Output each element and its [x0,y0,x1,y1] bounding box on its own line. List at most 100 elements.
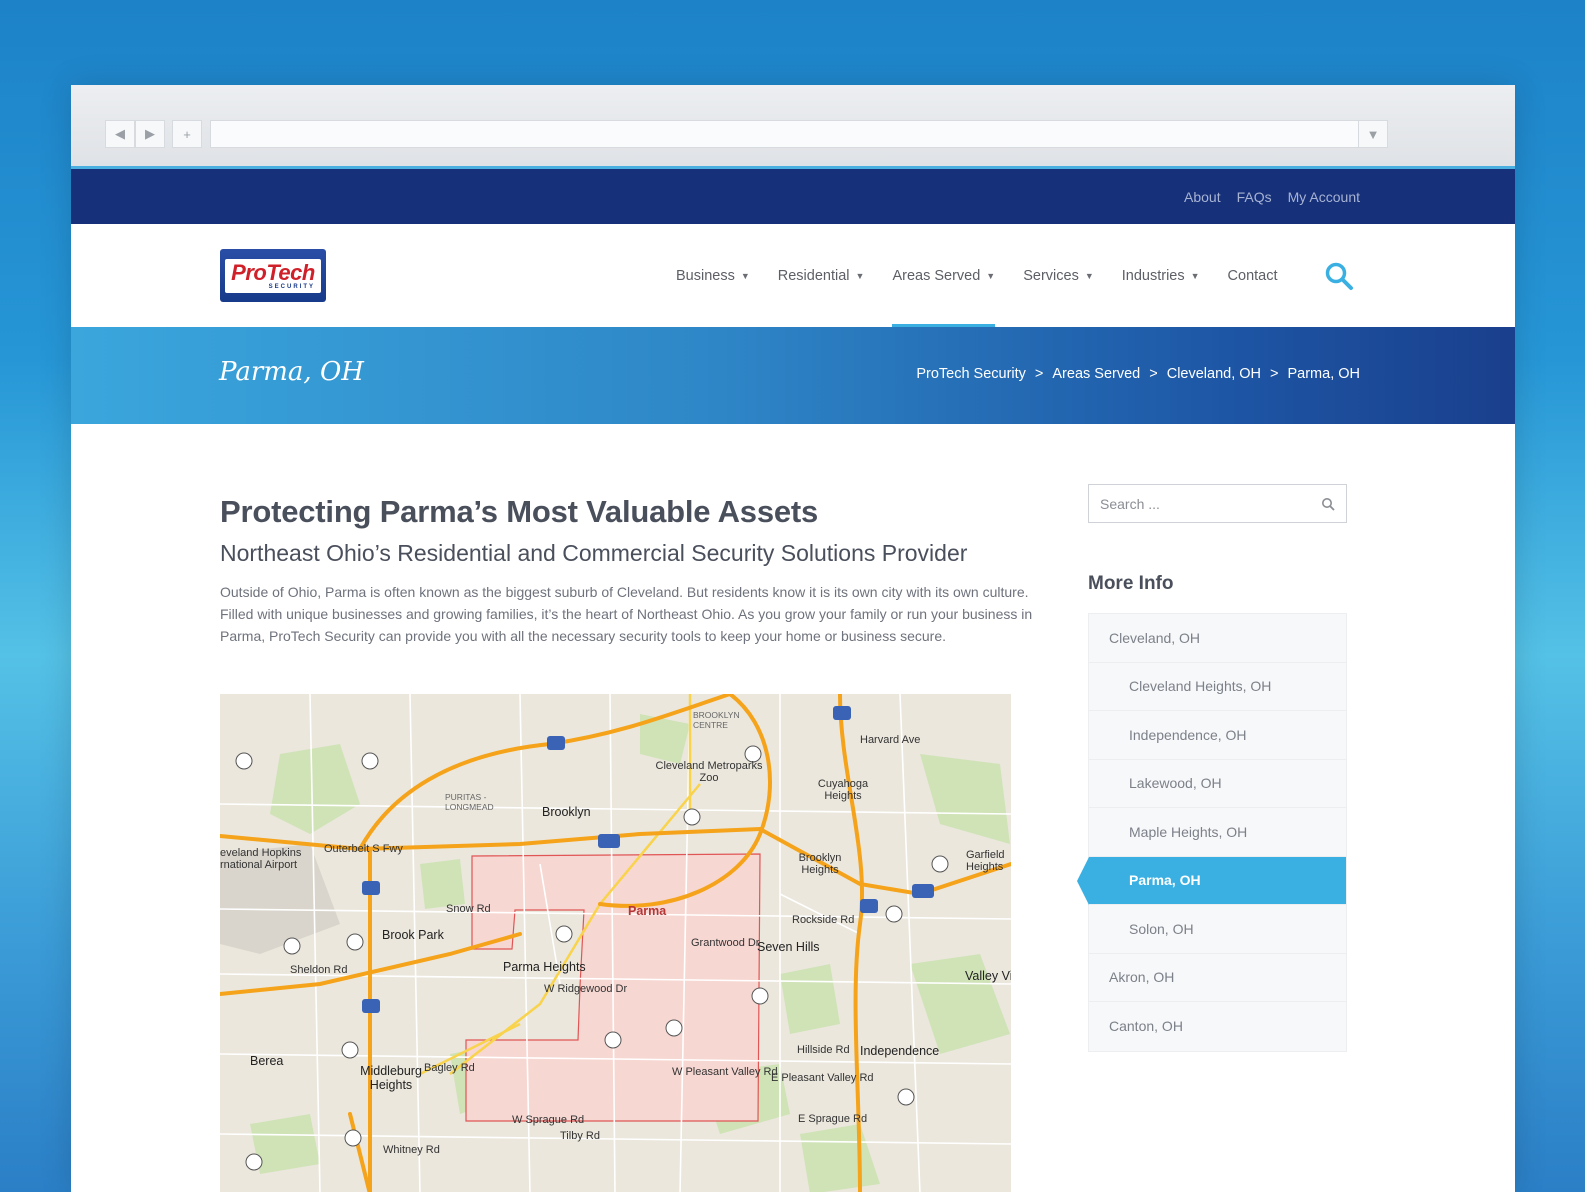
nav-item-residential[interactable]: Residential ▼ [764,224,879,327]
page-content: Protecting Parma’s Most Valuable Assets … [71,424,1515,1192]
map-label-airport: eveland Hopkins rnational Airport [220,847,302,871]
caret-down-icon: ▼ [1084,270,1094,281]
map-label-tilby-rd: Tilby Rd [560,1130,600,1142]
faqs-link[interactable]: FAQs [1237,189,1272,205]
breadcrumb: ProTech Security > Areas Served > Clevel… [916,366,1360,382]
search-placeholder: Search ... [1100,495,1160,512]
list-item-label: Cleveland, OH [1109,629,1201,646]
map-label-brooklyn: Brooklyn [542,805,591,819]
sidebar-search-input[interactable]: Search ... [1088,484,1347,523]
map-label-snow-rd: Snow Rd [446,903,491,915]
more-info-heading: More Info [1088,573,1174,594]
map-label-e-pleasant-valley: E Pleasant Valley Rd [771,1072,874,1084]
map-label-puritas: PURITAS - LONGMEAD [445,792,494,812]
list-item-label: Maple Heights, OH [1129,823,1248,840]
nav-item-label: Areas Served [892,267,981,284]
map-label-hillside-rd: Hillside Rd [797,1044,850,1056]
map-label-parma-heights: Parma Heights [503,960,586,974]
logo-sub-text: SECURITY [268,283,315,290]
map-label-brooklyn-heights: Brooklyn Heights [798,852,842,876]
breadcrumb-separator: > [1149,366,1158,382]
sidebar-item-independence[interactable]: Independence, OH [1089,711,1346,760]
nav-item-label: Industries [1121,267,1185,284]
back-button[interactable]: ◀ [105,120,135,148]
new-tab-button[interactable]: + [172,120,202,148]
breadcrumb-areas-served[interactable]: Areas Served [1052,366,1140,382]
map-label-middleburg-heights: Middleburg Heights [360,1064,422,1092]
page-title: Parma, OH [219,357,364,387]
caret-down-icon: ▼ [1190,270,1200,281]
map-label-zoo: Cleveland Metroparks Zoo [655,760,763,784]
nav-item-industries[interactable]: Industries ▼ [1108,224,1214,327]
nav-item-contact[interactable]: Contact [1214,224,1292,327]
breadcrumb-separator: > [1270,366,1279,382]
nav-item-label: Residential [777,267,850,284]
list-item-label: Parma, OH [1129,872,1201,889]
map-label-harvard-ave: Harvard Ave [860,734,921,746]
address-bar[interactable] [210,120,1367,148]
nav-item-business[interactable]: Business ▼ [662,224,764,327]
browser-window: ◀ ▶ + ▼ About FAQs My Account ProTech SE… [71,85,1515,1192]
map-label-parma: Parma [628,904,667,918]
map-label-cuyahoga-heights: Cuyahoga Heights [817,778,869,802]
areas-list: Cleveland, OH Cleveland Heights, OH Inde… [1077,613,1347,1052]
map-label-bagley-rd: Bagley Rd [424,1062,475,1074]
breadcrumb-home[interactable]: ProTech Security [916,366,1026,382]
list-item-label: Solon, OH [1129,920,1194,937]
map-label-e-sprague: E Sprague Rd [798,1113,868,1125]
search-icon[interactable] [1324,261,1354,291]
protech-logo[interactable]: ProTech SECURITY [220,249,326,302]
map-label-valley-view: Valley Vi [965,969,1011,983]
nav-item-label: Services [1023,267,1079,284]
article-subheading: Northeast Ohio’s Residential and Commerc… [220,540,968,566]
map-label-ridgewood-dr: W Ridgewood Dr [544,983,628,995]
nav-item-services[interactable]: Services ▼ [1009,224,1108,327]
sidebar-item-parma[interactable]: Parma, OH [1077,856,1346,905]
map-label-grantwood-dr: Grantwood Dr [691,937,760,949]
about-link[interactable]: About [1184,189,1221,205]
breadcrumb-cleveland[interactable]: Cleveland, OH [1167,366,1261,382]
map-label-w-pleasant-valley: W Pleasant Valley Rd [672,1066,778,1078]
sidebar-item-lakewood[interactable]: Lakewood, OH [1089,759,1346,808]
list-item-label: Independence, OH [1129,726,1247,743]
parma-map[interactable]: Parma Parma Heights Brooklyn Brook Park … [220,694,1011,1192]
forward-button[interactable]: ▶ [135,120,165,148]
main-article: Protecting Parma’s Most Valuable Assets … [220,494,1065,647]
map-label-whitney-rd: Whitney Rd [383,1144,440,1156]
caret-down-icon: ▼ [986,270,996,281]
map-label-independence: Independence [860,1044,940,1058]
map-label-rockside-rd: Rockside Rd [792,914,855,926]
main-navigation: ProTech SECURITY Business ▼ Residential ▼ … [71,224,1515,327]
menu-dropdown-button[interactable]: ▼ [1358,120,1388,148]
list-item-label: Canton, OH [1109,1018,1183,1035]
nav-item-areas-served[interactable]: Areas Served ▼ [878,224,1009,327]
top-utility-bar: About FAQs My Account [71,169,1515,224]
map-label-seven-hills: Seven Hills [757,940,820,954]
list-item-label: Lakewood, OH [1129,775,1222,792]
nav-item-label: Contact [1227,267,1278,284]
logo-brand-text: ProTech [231,259,315,285]
sidebar: Search ... More Info Cleveland, OH Cleve… [1077,484,1347,1052]
map-label-berea: Berea [250,1054,284,1068]
map-label-garfield-heights: Garfield Heights [966,849,1005,873]
sidebar-item-cleveland[interactable]: Cleveland, OH [1089,614,1346,663]
page-title-banner: Parma, OH ProTech Security > Areas Serve… [71,327,1515,424]
sidebar-item-canton[interactable]: Canton, OH [1089,1002,1346,1051]
sidebar-item-solon[interactable]: Solon, OH [1089,905,1346,954]
map-label-outerbelt: Outerbelt S Fwy [324,843,403,855]
list-item-label: Akron, OH [1109,969,1175,986]
nav-item-label: Business [676,267,735,284]
caret-down-icon: ▼ [855,270,865,281]
breadcrumb-current: Parma, OH [1287,366,1360,382]
search-icon[interactable] [1321,497,1335,511]
sidebar-item-maple-heights[interactable]: Maple Heights, OH [1089,808,1346,857]
map-label-brook-park: Brook Park [382,928,444,942]
sidebar-item-akron[interactable]: Akron, OH [1089,953,1346,1002]
caret-down-icon: ▼ [740,270,750,281]
map-label-sheldon-rd: Sheldon Rd [290,964,348,976]
map-graphic [220,694,1011,1192]
browser-chrome: ◀ ▶ + ▼ [71,85,1515,169]
article-paragraph: Outside of Ohio, Parma is often known as… [220,584,1033,644]
my-account-link[interactable]: My Account [1288,189,1360,205]
sidebar-item-cleveland-heights[interactable]: Cleveland Heights, OH [1089,662,1346,711]
